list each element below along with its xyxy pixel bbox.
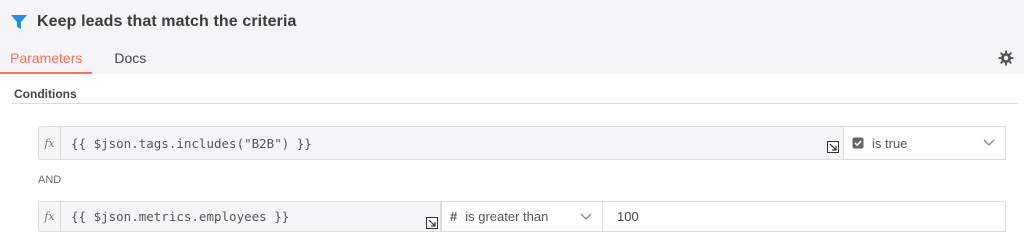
fx-badge: fx [38, 201, 60, 232]
expand-icon[interactable] [827, 141, 839, 153]
condition-2-value-input[interactable]: 100 [602, 201, 1006, 232]
node-title[interactable]: Keep leads that match the criteria [37, 13, 297, 31]
tab-parameters[interactable]: Parameters [0, 44, 93, 74]
condition-2-value-text: 100 [617, 209, 639, 224]
fx-badge: fx [38, 126, 60, 160]
panel-header: Keep leads that match the criteria Param… [0, 0, 1024, 74]
condition-1-expression-input[interactable]: {{ $json.tags.includes("B2B") }} [60, 126, 844, 160]
condition-1-operator-select[interactable]: is true [843, 126, 1006, 160]
condition-1-expression-text: {{ $json.tags.includes("B2B") }} [71, 135, 312, 151]
tab-bar: Parameters Docs [0, 44, 156, 74]
checkbox-icon [852, 137, 864, 149]
chevron-down-icon [983, 139, 995, 146]
title-row: Keep leads that match the criteria [10, 10, 297, 34]
tab-docs[interactable]: Docs [104, 44, 156, 74]
hash-icon: # [450, 208, 458, 224]
filter-icon [11, 15, 27, 29]
condition-1-operator-label: is true [872, 135, 908, 151]
condition-2-expression-input[interactable]: {{ $json.metrics.employees }} [60, 201, 441, 232]
section-divider [12, 103, 1018, 104]
condition-2-operator-select[interactable]: # is greater than [441, 201, 603, 232]
chevron-down-icon [580, 213, 592, 220]
combinator-label: AND [38, 174, 62, 186]
gear-icon[interactable] [998, 50, 1014, 66]
expand-icon[interactable] [426, 217, 438, 229]
condition-2-expression-text: {{ $json.metrics.employees }} [71, 209, 290, 224]
conditions-label: Conditions [14, 87, 77, 101]
filter-node-panel: Keep leads that match the criteria Param… [0, 0, 1024, 242]
condition-2-operator-label: is greater than [465, 209, 549, 224]
